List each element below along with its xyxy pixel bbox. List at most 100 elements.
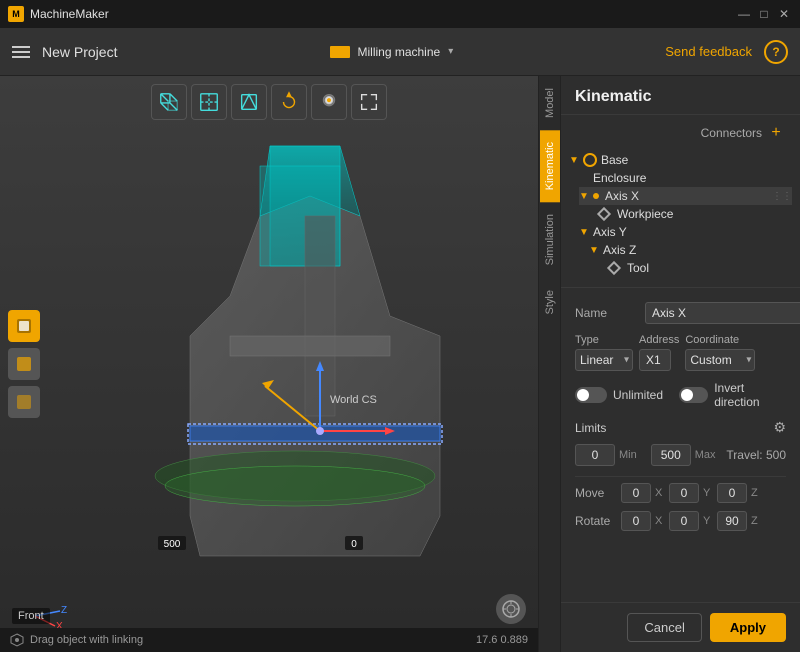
axis-y-label: Axis Y: [593, 225, 627, 239]
view-label: Front: [12, 608, 50, 624]
limits-section-header: Limits ⚙: [575, 419, 786, 436]
tree-arrow-axis-x[interactable]: ▼: [579, 191, 589, 202]
coordinate-label: Coordinate: [685, 334, 755, 346]
base-icon: [583, 153, 597, 167]
status-coords: 17.6 0.889: [476, 634, 528, 646]
tree-item-axis-y[interactable]: ▼ Axis Y: [579, 223, 792, 241]
panel-title: Kinematic: [575, 88, 651, 105]
top-view-button[interactable]: [191, 84, 227, 120]
titlebar-left: M MachineMaker: [8, 6, 109, 22]
tree-arrow-axis-y[interactable]: ▼: [579, 227, 589, 238]
viewport[interactable]: Z X 500 0 World CS Front: [0, 76, 538, 652]
topbar-left: New Project: [12, 44, 117, 60]
tool-icon: [607, 261, 621, 275]
tree-arrow-axis-z[interactable]: ▼: [589, 245, 599, 256]
rotate-z-axis: Z: [751, 515, 761, 527]
name-row: Name ...: [575, 302, 786, 324]
move-x-axis: X: [655, 487, 665, 499]
menu-icon[interactable]: [12, 46, 30, 58]
coordinate-select[interactable]: Custom World X World Y World Z: [685, 349, 755, 371]
rotate-x-axis: X: [655, 515, 665, 527]
tree-item-workpiece[interactable]: Workpiece: [599, 205, 792, 223]
name-input[interactable]: [645, 302, 800, 324]
move-label: Move: [575, 486, 617, 500]
move-row: Move X Y Z: [575, 483, 786, 503]
move-z-input[interactable]: [717, 483, 747, 503]
enclosure-label: Enclosure: [593, 171, 646, 185]
tab-kinematic[interactable]: Kinematic: [540, 130, 560, 202]
maximize-button[interactable]: □: [756, 6, 772, 22]
tab-style[interactable]: Style: [540, 278, 560, 326]
rotate-z-input[interactable]: [717, 511, 747, 531]
viewport-toolbar: [151, 84, 387, 120]
unlimited-toggle[interactable]: [575, 387, 607, 403]
machine-dropdown-icon[interactable]: ▾: [448, 46, 453, 57]
camera-icon[interactable]: [496, 594, 526, 624]
type-col: Type Linear Rotary: [575, 334, 633, 371]
status-bar: Drag object with linking 17.6 0.889: [0, 628, 538, 652]
coordinate-select-wrapper: Custom World X World Y World Z: [685, 349, 755, 371]
limit-min-unit: Min: [619, 449, 637, 461]
topbar: New Project Milling machine ▾ Send feedb…: [0, 28, 800, 76]
invert-toggle[interactable]: [679, 387, 708, 403]
project-name: New Project: [42, 44, 117, 60]
kinematic-tree: ▼ Base Enclosure ▼ Axis X ⋮⋮ Workpiece: [561, 147, 800, 281]
apply-button[interactable]: Apply: [710, 613, 786, 642]
connectors-add-button[interactable]: +: [766, 123, 786, 143]
send-feedback-button[interactable]: Send feedback: [665, 44, 752, 59]
tab-simulation[interactable]: Simulation: [540, 202, 560, 277]
unlimited-knob: [577, 389, 589, 401]
side-tabs: Model Kinematic Simulation Style: [538, 76, 560, 652]
app-name: MachineMaker: [30, 7, 109, 21]
base-label: Base: [601, 153, 628, 167]
tree-item-enclosure[interactable]: Enclosure: [579, 169, 792, 187]
rotate-x-input[interactable]: [621, 511, 651, 531]
limits-title: Limits: [575, 421, 606, 435]
side-view-button[interactable]: [231, 84, 267, 120]
tree-item-tool[interactable]: Tool: [609, 259, 792, 277]
panel-header: Kinematic: [561, 76, 800, 115]
rotate-y-input[interactable]: [669, 511, 699, 531]
left-icons: [8, 310, 40, 418]
expand-button[interactable]: [351, 84, 387, 120]
type-label: Type: [575, 334, 633, 346]
address-input[interactable]: [639, 349, 671, 371]
perspective-view-button[interactable]: [151, 84, 187, 120]
limits-settings-icon[interactable]: ⚙: [773, 419, 786, 436]
machine-icon: [330, 46, 350, 58]
rotate-view-button[interactable]: [271, 84, 307, 120]
unlimited-label: Unlimited: [613, 388, 663, 402]
rotate-y-axis: Y: [703, 515, 713, 527]
type-address-coordinate-row: Type Linear Rotary Address Coordinate: [575, 334, 786, 371]
rotate-label: Rotate: [575, 514, 617, 528]
right-panel: Kinematic Connectors + ▼ Base Enclosure …: [560, 76, 800, 652]
move-y-axis: Y: [703, 487, 713, 499]
cancel-button[interactable]: Cancel: [627, 613, 701, 642]
help-button[interactable]: ?: [764, 40, 788, 64]
axis-z-label: Axis Z: [603, 243, 636, 257]
move-y-input[interactable]: [669, 483, 699, 503]
left-icon-1[interactable]: [8, 310, 40, 342]
tree-more-icon: ⋮⋮: [772, 191, 792, 202]
left-icon-3[interactable]: [8, 386, 40, 418]
machine-selector[interactable]: Milling machine ▾: [330, 45, 454, 59]
type-select[interactable]: Linear Rotary: [575, 349, 633, 371]
status-text: Drag object with linking: [30, 634, 143, 646]
invert-toggle-item: Invert direction: [679, 381, 786, 409]
close-button[interactable]: ✕: [776, 6, 792, 22]
left-icon-2[interactable]: [8, 348, 40, 380]
tree-arrow-base[interactable]: ▼: [569, 155, 579, 166]
tree-item-base[interactable]: ▼ Base: [569, 151, 792, 169]
tab-model[interactable]: Model: [540, 76, 560, 130]
move-x-input[interactable]: [621, 483, 651, 503]
tool-label: Tool: [627, 261, 649, 275]
tree-item-axis-z[interactable]: ▼ Axis Z: [589, 241, 792, 259]
limit-max-input[interactable]: [651, 444, 691, 466]
3d-scene: Z X 500 0: [0, 76, 538, 652]
connectors-row: Connectors +: [561, 115, 800, 147]
lighting-button[interactable]: [311, 84, 347, 120]
tree-item-axis-x[interactable]: ▼ Axis X ⋮⋮: [579, 187, 792, 205]
minimize-button[interactable]: —: [736, 6, 752, 22]
toggle-row: Unlimited Invert direction: [575, 381, 786, 409]
limit-min-input[interactable]: [575, 444, 615, 466]
